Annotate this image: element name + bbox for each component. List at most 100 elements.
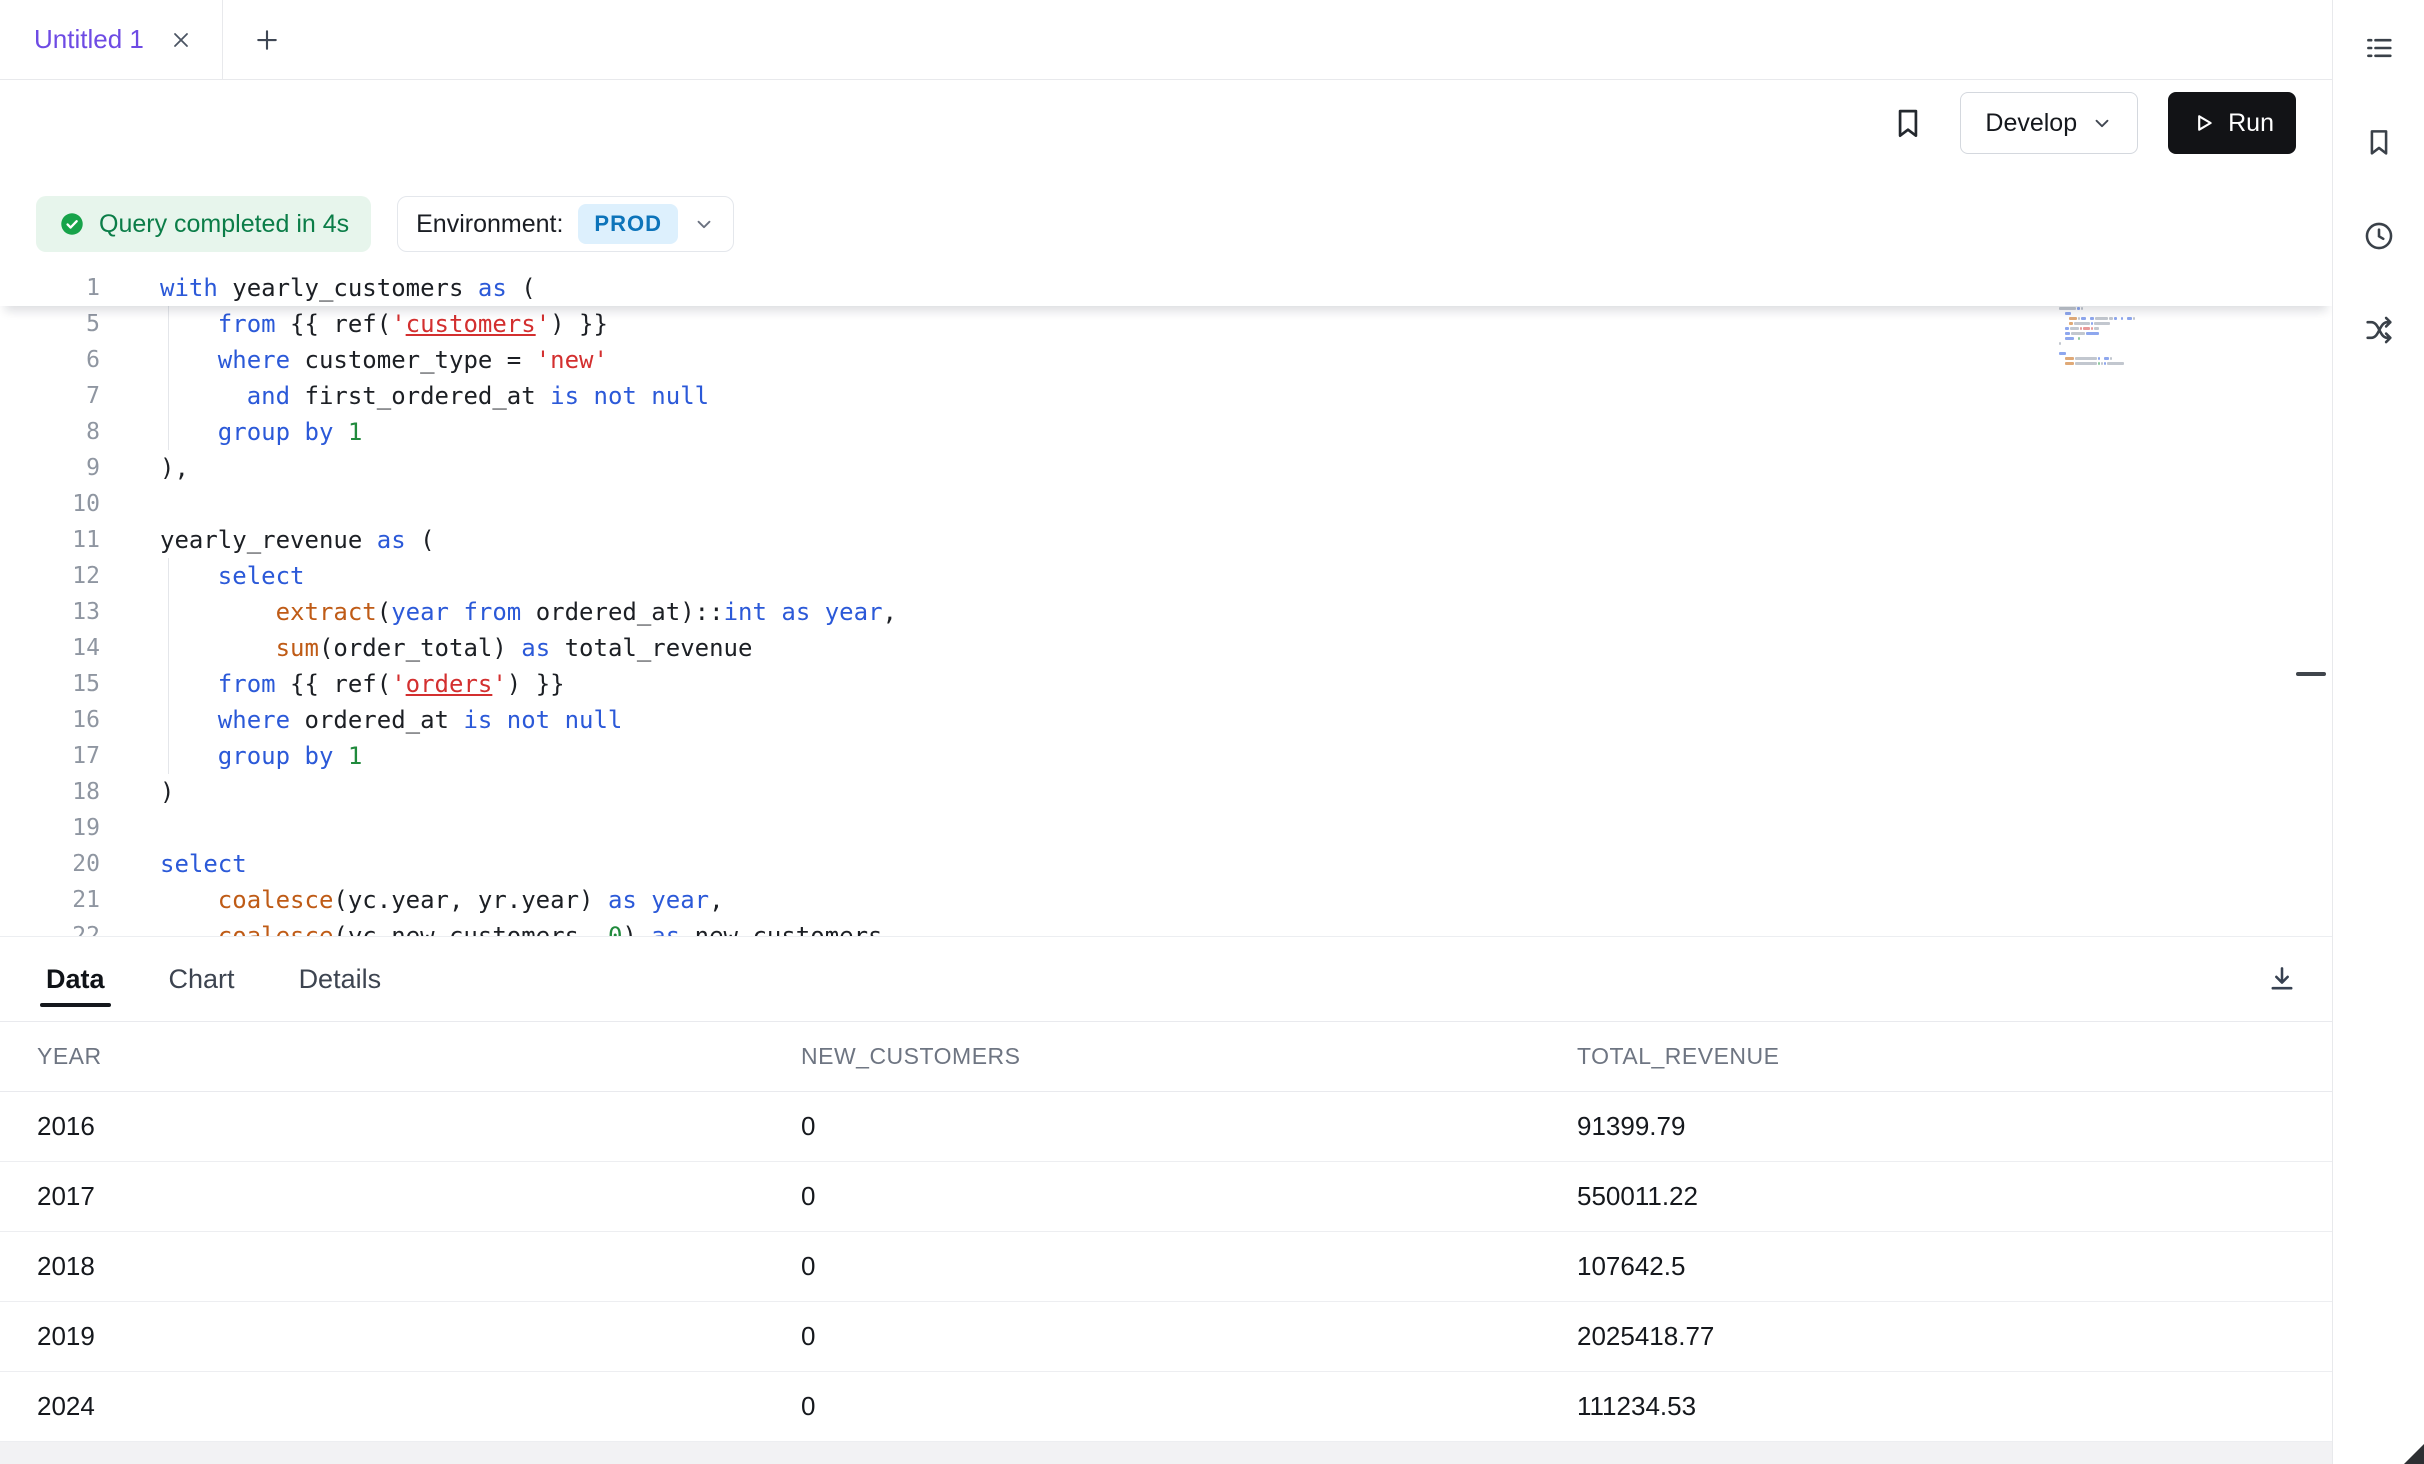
code-line[interactable]: 17 group by 1 <box>0 738 2332 774</box>
tab-data[interactable]: Data <box>40 937 111 1021</box>
code-line[interactable]: 22 coalesce(yc.new_customers, 0) as new_… <box>0 918 2332 936</box>
table-row[interactable]: 20170550011.22 <box>0 1162 2332 1232</box>
right-sidebar <box>2332 0 2424 1464</box>
code-text: and first_ordered_at is not null <box>160 378 709 414</box>
resize-grip[interactable] <box>2404 1444 2424 1464</box>
code-line[interactable]: 7 and first_ordered_at is not null <box>0 378 2332 414</box>
code-text: group by 1 <box>160 738 362 774</box>
results-tabbar: Data Chart Details <box>0 936 2332 1022</box>
develop-dropdown[interactable]: Develop <box>1960 92 2138 154</box>
line-number: 10 <box>0 486 100 522</box>
code-editor[interactable]: 1with yearly_customers as ( 5 from {{ re… <box>0 258 2332 936</box>
editor-tab[interactable]: Untitled 1 <box>0 0 223 79</box>
code-line[interactable]: 14 sum(order_total) as total_revenue <box>0 630 2332 666</box>
tab-chart[interactable]: Chart <box>163 937 241 1021</box>
code-line[interactable]: 9), <box>0 450 2332 486</box>
code-line[interactable]: 6 where customer_type = 'new' <box>0 342 2332 378</box>
chevron-down-icon <box>693 213 715 235</box>
code-text: where customer_type = 'new' <box>160 342 608 378</box>
table-cell[interactable]: 111234.53 <box>1540 1391 2332 1422</box>
table-cell[interactable]: 550011.22 <box>1540 1181 2332 1212</box>
download-button[interactable] <box>2260 957 2304 1001</box>
code-line[interactable]: 20select <box>0 846 2332 882</box>
sticky-line[interactable]: 1with yearly_customers as ( <box>0 270 2332 306</box>
line-number: 16 <box>0 702 100 738</box>
line-number: 8 <box>0 414 100 450</box>
code-line[interactable]: 15 from {{ ref('orders') }} <box>0 666 2332 702</box>
code-line[interactable]: 19 <box>0 810 2332 846</box>
table-row[interactable]: 20180107642.5 <box>0 1232 2332 1302</box>
code-line[interactable]: 11yearly_revenue as ( <box>0 522 2332 558</box>
numbered-list-icon <box>2362 31 2396 65</box>
table-cell[interactable]: 0 <box>764 1111 1540 1142</box>
plus-icon <box>252 25 282 55</box>
bookmark-icon <box>1889 104 1927 142</box>
line-number: 20 <box>0 846 100 882</box>
code-line[interactable]: 8 group by 1 <box>0 414 2332 450</box>
table-row[interactable]: 20240111234.53 <box>0 1372 2332 1442</box>
lineage-panel-button[interactable] <box>2359 310 2399 350</box>
query-list-button[interactable] <box>2359 28 2399 68</box>
table-cell[interactable]: 2017 <box>0 1181 764 1212</box>
run-button[interactable]: Run <box>2168 92 2296 154</box>
history-panel-button[interactable] <box>2359 216 2399 256</box>
bookmark-button[interactable] <box>1886 101 1930 145</box>
line-number: 18 <box>0 774 100 810</box>
table-cell[interactable]: 0 <box>764 1391 1540 1422</box>
toolbar: Develop Run <box>0 80 2332 166</box>
table-cell[interactable]: 0 <box>764 1251 1540 1282</box>
table-cell[interactable]: 2024 <box>0 1391 764 1422</box>
line-number: 19 <box>0 810 100 846</box>
overview-ruler-marker <box>2296 672 2326 676</box>
column-header: TOTAL_REVENUE <box>1540 1043 2332 1070</box>
line-number: 9 <box>0 450 100 486</box>
code-text: group by 1 <box>160 414 362 450</box>
code-text: extract(year from ordered_at)::int as ye… <box>160 594 897 630</box>
query-status-badge: Query completed in 4s <box>36 196 371 252</box>
code-line[interactable]: 1with yearly_customers as ( <box>0 270 2332 306</box>
code-text: with yearly_customers as ( <box>160 270 536 306</box>
chevron-down-icon <box>2091 112 2113 134</box>
table-cell[interactable]: 91399.79 <box>1540 1111 2332 1142</box>
download-icon <box>2265 962 2299 996</box>
code-line[interactable]: 18) <box>0 774 2332 810</box>
results-tab-list: Data Chart Details <box>40 937 387 1021</box>
code-line[interactable]: 16 where ordered_at is not null <box>0 702 2332 738</box>
table-cell[interactable]: 2018 <box>0 1251 764 1282</box>
bookmark-icon <box>2362 125 2396 159</box>
develop-label: Develop <box>1985 109 2077 138</box>
table-row[interactable]: 201902025418.77 <box>0 1302 2332 1372</box>
main-area: Untitled 1 Develop Run Query completed i… <box>0 0 2332 1464</box>
table-cell[interactable]: 107642.5 <box>1540 1251 2332 1282</box>
table-cell[interactable]: 2025418.77 <box>1540 1321 2332 1352</box>
table-cell[interactable]: 0 <box>764 1181 1540 1212</box>
table-body: 2016091399.7920170550011.2220180107642.5… <box>0 1092 2332 1442</box>
code-line[interactable]: 21 coalesce(yc.year, yr.year) as year, <box>0 882 2332 918</box>
tab-close-button[interactable] <box>164 23 198 57</box>
code-line[interactable]: 13 extract(year from ordered_at)::int as… <box>0 594 2332 630</box>
code-line[interactable]: 12 select <box>0 558 2332 594</box>
table-cell[interactable]: 2016 <box>0 1111 764 1142</box>
horizontal-scrollbar[interactable] <box>0 1442 2332 1464</box>
table-cell[interactable]: 0 <box>764 1321 1540 1352</box>
line-number: 11 <box>0 522 100 558</box>
table-row[interactable]: 2016091399.79 <box>0 1092 2332 1162</box>
run-label: Run <box>2228 109 2274 138</box>
code-text: ), <box>160 450 189 486</box>
code-text: select <box>160 558 305 594</box>
lineage-icon <box>2362 313 2396 347</box>
line-number: 21 <box>0 882 100 918</box>
environment-selector[interactable]: Environment: PROD <box>397 196 734 252</box>
code-text: from {{ ref('orders') }} <box>160 666 565 702</box>
environment-label: Environment: <box>416 210 563 239</box>
line-number: 7 <box>0 378 100 414</box>
line-number: 5 <box>0 306 100 342</box>
bookmarks-panel-button[interactable] <box>2359 122 2399 162</box>
new-tab-button[interactable] <box>245 0 289 79</box>
code-text: ) <box>160 774 174 810</box>
table-cell[interactable]: 2019 <box>0 1321 764 1352</box>
code-line[interactable]: 5 from {{ ref('customers') }} <box>0 306 2332 342</box>
code-line[interactable]: 10 <box>0 486 2332 522</box>
tab-details[interactable]: Details <box>293 937 388 1021</box>
line-number: 14 <box>0 630 100 666</box>
